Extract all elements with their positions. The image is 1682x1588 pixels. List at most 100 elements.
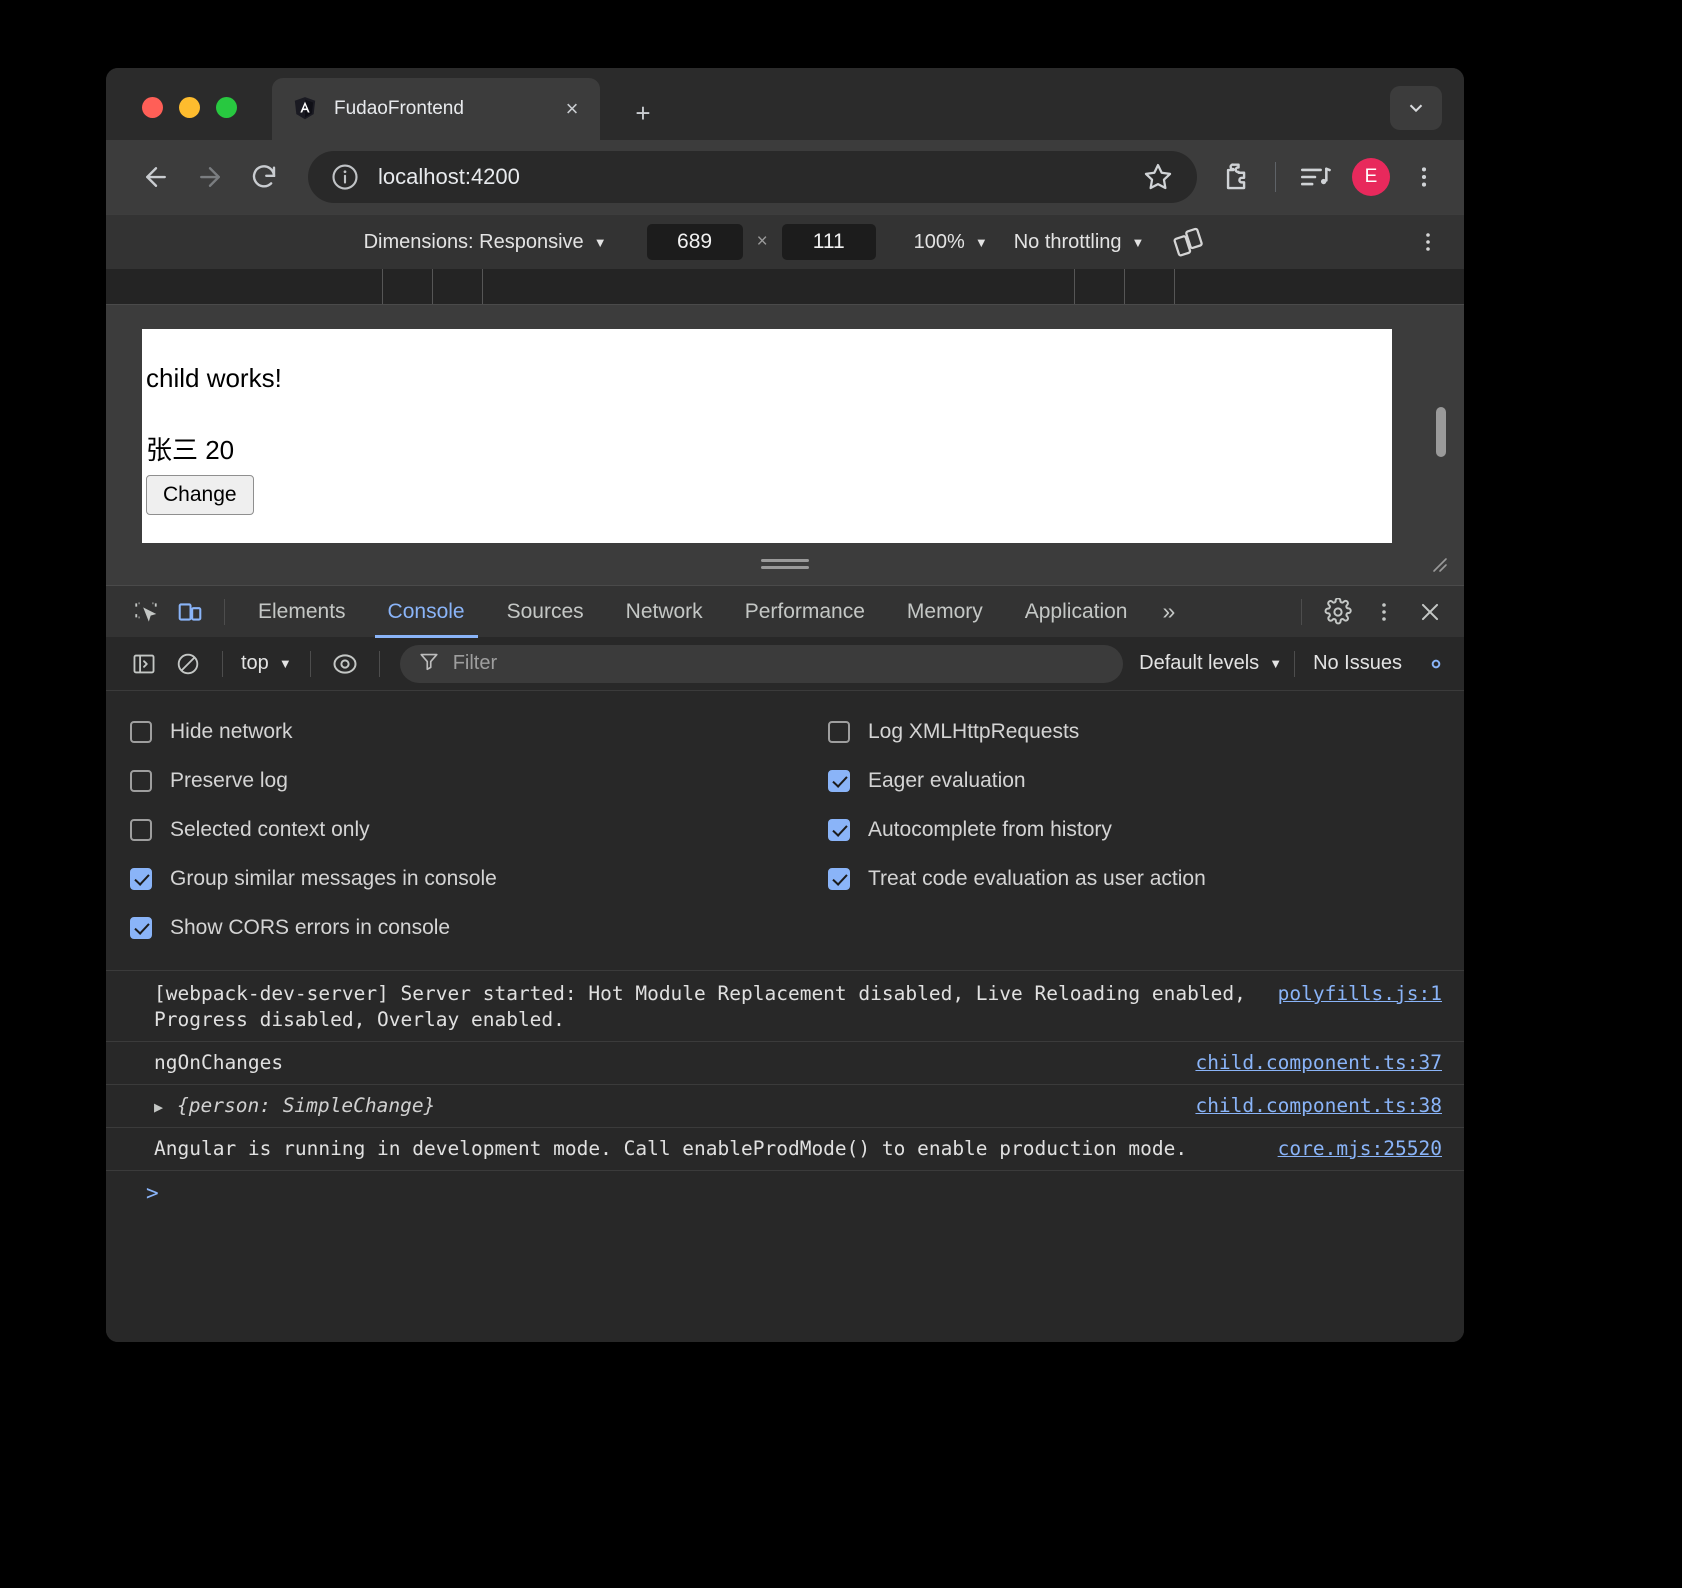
checkbox[interactable] — [130, 720, 152, 743]
chevron-down-icon: ▼ — [593, 234, 607, 250]
checkbox[interactable] — [828, 818, 850, 841]
console-sidebar-icon[interactable] — [122, 644, 166, 684]
zoom-label: 100% — [913, 230, 965, 253]
option-autocomplete-from-history[interactable]: Autocomplete from history — [806, 805, 1464, 854]
close-icon[interactable]: × — [558, 95, 586, 123]
avatar[interactable]: E — [1352, 158, 1390, 196]
device-toolbar-menu-icon[interactable] — [1416, 228, 1440, 256]
levels-label: Default levels — [1139, 652, 1260, 674]
new-tab-button[interactable]: + — [626, 96, 660, 130]
option-selected-context-only[interactable]: Selected context only — [106, 805, 806, 854]
close-icon[interactable] — [1408, 592, 1452, 632]
tab-performance[interactable]: Performance — [724, 586, 886, 638]
navigation-toolbar: localhost:4200 E — [106, 140, 1464, 214]
option-eager-evaluation[interactable]: Eager evaluation — [806, 756, 1464, 805]
viewport-ruler — [106, 269, 1464, 305]
extensions-puzzle-icon[interactable] — [1215, 156, 1257, 198]
checkbox[interactable] — [828, 720, 850, 743]
dock-menu-icon[interactable] — [1362, 592, 1406, 632]
message-source-link[interactable]: polyfills.js:1 — [1278, 981, 1442, 1007]
toggle-device-toolbar-icon[interactable] — [168, 592, 212, 632]
console-message[interactable]: [webpack-dev-server] Server started: Hot… — [106, 973, 1464, 1042]
forward-arrow-icon[interactable] — [186, 153, 234, 201]
reload-icon[interactable] — [240, 153, 288, 201]
browser-tab[interactable]: FudaoFrontend × — [272, 78, 600, 140]
message-source-link[interactable]: core.mjs:25520 — [1278, 1136, 1442, 1162]
tab-console[interactable]: Console — [367, 586, 486, 638]
option-preserve-log[interactable]: Preserve log — [106, 756, 806, 805]
prompt-caret: > — [146, 1180, 159, 1205]
checkbox[interactable] — [130, 916, 152, 939]
checkbox[interactable] — [130, 867, 152, 890]
context-select[interactable]: top ▼ — [235, 652, 298, 675]
viewport-resize-handle-corner[interactable] — [1426, 551, 1450, 575]
console-message-list: [webpack-dev-server] Server started: Hot… — [106, 971, 1464, 1342]
issues-counter[interactable]: No Issues — [1307, 652, 1408, 675]
tab-memory[interactable]: Memory — [886, 586, 1004, 638]
console-prompt[interactable]: > — [106, 1171, 1464, 1205]
message-source-link[interactable]: child.component.ts:38 — [1195, 1093, 1442, 1119]
tab-label: Memory — [906, 599, 983, 623]
console-settings-left-column: Hide network Preserve log Selected conte… — [106, 707, 806, 952]
option-group-similar-messages[interactable]: Group similar messages in console — [106, 854, 806, 903]
option-label: Autocomplete from history — [868, 817, 1112, 841]
inspect-element-icon[interactable] — [124, 592, 168, 632]
tab-label: Console — [387, 599, 465, 623]
chevron-down-icon[interactable] — [1390, 86, 1442, 130]
expand-triangle-icon[interactable]: ▶ — [154, 1098, 163, 1118]
filter-icon — [418, 650, 440, 677]
option-show-cors-errors[interactable]: Show CORS errors in console — [106, 903, 806, 952]
console-message[interactable]: ▶ {person: SimpleChange} child.component.… — [106, 1085, 1464, 1128]
tab-elements[interactable]: Elements — [237, 586, 367, 638]
console-settings-gear-icon[interactable] — [1408, 650, 1450, 678]
option-label: Show CORS errors in console — [170, 915, 451, 939]
toolbar-divider — [1301, 598, 1302, 625]
browser-window: FudaoFrontend × + localhost:4200 E Dimen… — [106, 68, 1464, 1342]
checkbox[interactable] — [130, 769, 152, 792]
object-preview: {person: SimpleChange} — [177, 1093, 436, 1117]
gear-icon[interactable] — [1316, 592, 1360, 632]
toolbar-divider — [1275, 162, 1276, 192]
media-list-icon[interactable] — [1294, 156, 1336, 198]
devtools-panel: Elements Console Sources Network Perform… — [106, 585, 1464, 1342]
message-object: ▶ {person: SimpleChange} — [154, 1093, 1171, 1119]
message-source-link[interactable]: child.component.ts:37 — [1195, 1050, 1442, 1076]
tab-application[interactable]: Application — [1004, 586, 1149, 638]
tab-sources[interactable]: Sources — [486, 586, 605, 638]
viewport-scrollbar[interactable] — [1436, 407, 1446, 457]
viewport-height-input[interactable] — [781, 224, 876, 260]
rotate-device-icon[interactable] — [1172, 225, 1206, 259]
throttling-select[interactable]: No throttling ▼ — [1014, 231, 1145, 254]
option-log-xmlhttprequests[interactable]: Log XMLHttpRequests — [806, 707, 1464, 756]
dimensions-select[interactable]: Dimensions: Responsive ▼ — [364, 231, 607, 254]
filter-input[interactable]: Filter — [399, 644, 1124, 683]
option-label: Selected context only — [170, 817, 370, 841]
star-icon[interactable] — [1141, 160, 1175, 194]
console-message[interactable]: ngOnChanges child.component.ts:37 — [106, 1042, 1464, 1085]
console-message[interactable]: Angular is running in development mode. … — [106, 1128, 1464, 1171]
minimize-window-button[interactable] — [179, 97, 200, 118]
zoom-select[interactable]: 100% ▼ — [914, 231, 988, 254]
checkbox[interactable] — [130, 818, 152, 841]
viewport-width-input[interactable] — [646, 224, 743, 260]
info-circle-icon[interactable] — [330, 162, 360, 192]
back-arrow-icon[interactable] — [132, 153, 180, 201]
close-window-button[interactable] — [142, 97, 163, 118]
chevron-down-icon: ▼ — [1269, 656, 1283, 671]
tab-network[interactable]: Network — [605, 586, 724, 638]
clear-console-icon[interactable] — [166, 644, 210, 684]
change-button[interactable]: Change — [146, 475, 254, 515]
maximize-window-button[interactable] — [216, 97, 237, 118]
option-hide-network[interactable]: Hide network — [106, 707, 806, 756]
more-tabs-icon[interactable]: » — [1148, 598, 1189, 625]
address-bar[interactable]: localhost:4200 — [308, 151, 1197, 203]
live-expression-icon[interactable] — [323, 644, 367, 684]
checkbox[interactable] — [828, 867, 850, 890]
checkbox[interactable] — [828, 769, 850, 792]
option-label: Preserve log — [170, 768, 288, 792]
log-levels-select[interactable]: Default levels ▼ — [1139, 652, 1282, 675]
context-label: top — [241, 652, 269, 674]
option-treat-code-evaluation[interactable]: Treat code evaluation as user action — [806, 854, 1464, 903]
viewport-resize-handle-bottom[interactable] — [761, 559, 809, 569]
kebab-menu-icon[interactable] — [1406, 162, 1442, 192]
